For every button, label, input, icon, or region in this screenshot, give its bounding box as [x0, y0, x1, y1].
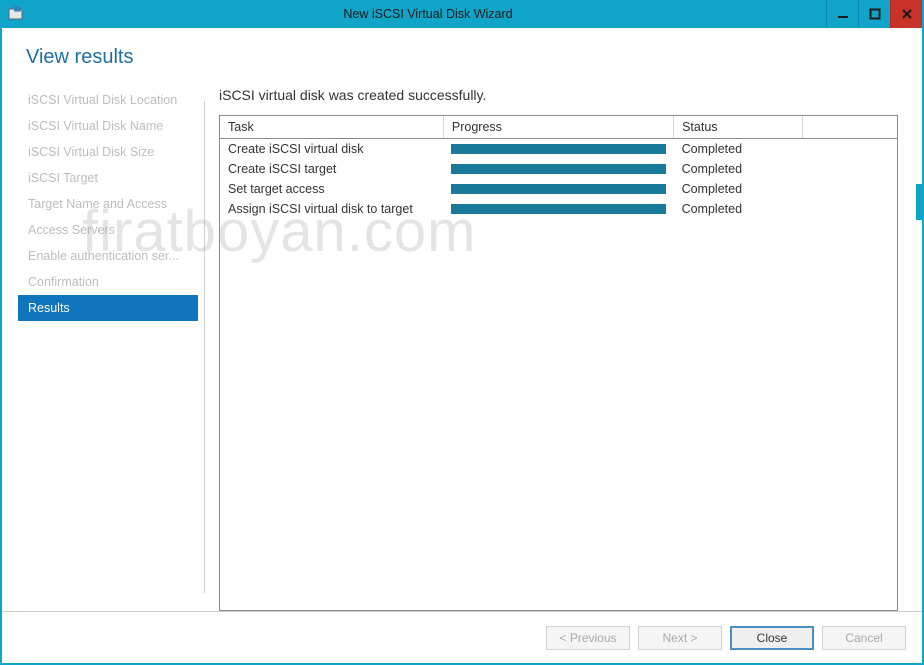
task-progress — [443, 179, 673, 199]
page-header: View results — [2, 28, 922, 77]
previous-button[interactable]: < Previous — [546, 626, 630, 650]
task-status: Completed — [674, 179, 803, 199]
result-message: iSCSI virtual disk was created successfu… — [219, 87, 898, 103]
table-row: Assign iSCSI virtual disk to target Comp… — [220, 199, 897, 219]
close-button[interactable]: Close — [730, 626, 814, 650]
step-iscsi-virtual-disk-name: iSCSI Virtual Disk Name — [18, 113, 198, 139]
task-name: Create iSCSI target — [220, 159, 443, 179]
step-results: Results — [18, 295, 198, 321]
wizard-body: iSCSI Virtual Disk Location iSCSI Virtua… — [2, 77, 922, 611]
table-row: Create iSCSI target Completed — [220, 159, 897, 179]
wizard-footer: < Previous Next > Close Cancel — [2, 611, 922, 663]
progress-bar — [451, 184, 665, 194]
task-progress — [443, 159, 673, 179]
client-area: firatboyan.com View results iSCSI Virtua… — [2, 28, 922, 663]
progress-bar — [451, 144, 665, 154]
step-confirmation: Confirmation — [18, 269, 198, 295]
col-task[interactable]: Task — [220, 116, 443, 139]
step-iscsi-target: iSCSI Target — [18, 165, 198, 191]
col-progress[interactable]: Progress — [443, 116, 673, 139]
window-frame: New iSCSI Virtual Disk Wizard firatboyan… — [0, 0, 924, 665]
content-pane: iSCSI virtual disk was created successfu… — [219, 77, 898, 611]
next-button[interactable]: Next > — [638, 626, 722, 650]
step-target-name-and-access: Target Name and Access — [18, 191, 198, 217]
window-buttons — [826, 0, 922, 28]
task-status: Completed — [674, 139, 803, 160]
step-iscsi-virtual-disk-location: iSCSI Virtual Disk Location — [18, 87, 198, 113]
steps-sidebar: iSCSI Virtual Disk Location iSCSI Virtua… — [18, 77, 198, 611]
close-window-button[interactable] — [890, 0, 922, 28]
task-progress — [443, 139, 673, 160]
step-iscsi-virtual-disk-size: iSCSI Virtual Disk Size — [18, 139, 198, 165]
col-status[interactable]: Status — [674, 116, 803, 139]
task-name: Create iSCSI virtual disk — [220, 139, 443, 160]
step-access-servers: Access Servers — [18, 217, 198, 243]
maximize-button[interactable] — [858, 0, 890, 28]
task-name: Set target access — [220, 179, 443, 199]
titlebar[interactable]: New iSCSI Virtual Disk Wizard — [2, 0, 922, 28]
task-status: Completed — [674, 199, 803, 219]
page-title: View results — [26, 46, 898, 69]
wizard-icon — [2, 0, 30, 28]
table-row: Create iSCSI virtual disk Completed — [220, 139, 897, 160]
progress-bar — [451, 164, 665, 174]
vertical-divider — [204, 101, 205, 593]
task-progress — [443, 199, 673, 219]
task-status: Completed — [674, 159, 803, 179]
minimize-button[interactable] — [826, 0, 858, 28]
progress-bar — [451, 204, 665, 214]
window-title: New iSCSI Virtual Disk Wizard — [30, 0, 826, 28]
task-name: Assign iSCSI virtual disk to target — [220, 199, 443, 219]
step-enable-authentication: Enable authentication ser... — [18, 243, 198, 269]
col-spare — [802, 116, 897, 139]
cancel-button[interactable]: Cancel — [822, 626, 906, 650]
table-row: Set target access Completed — [220, 179, 897, 199]
table-header-row: Task Progress Status — [220, 116, 897, 139]
results-table: Task Progress Status Create iSCSI virtua… — [219, 115, 898, 611]
